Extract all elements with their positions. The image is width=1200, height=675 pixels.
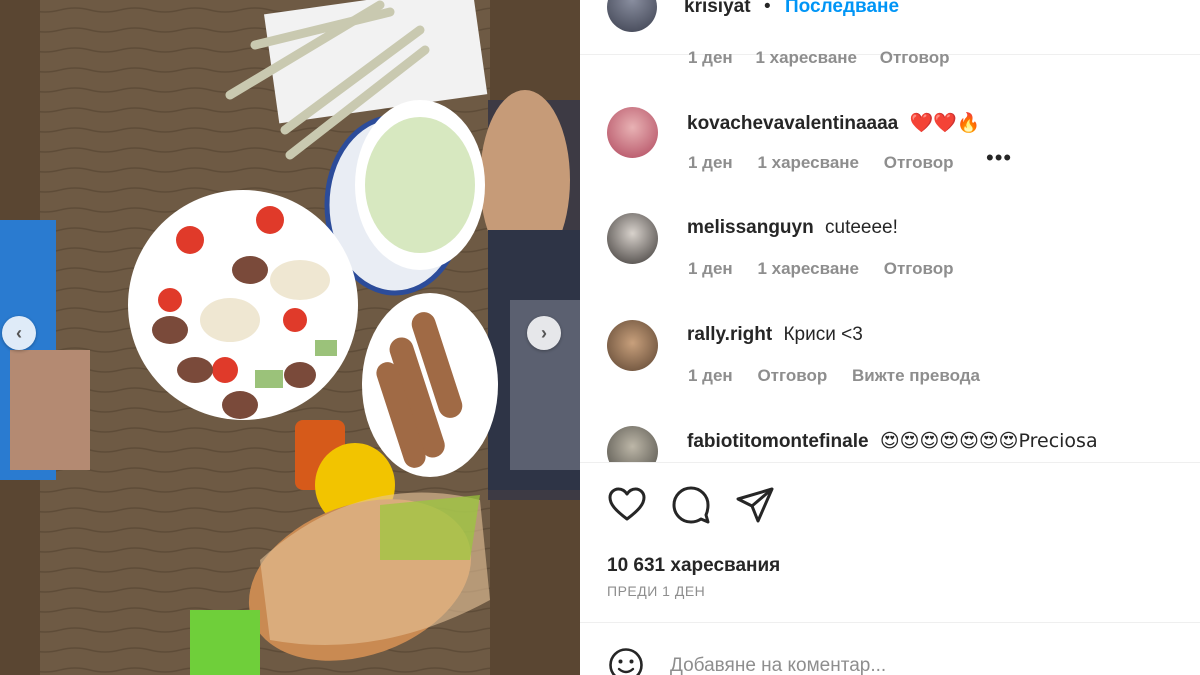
commenter-username[interactable]: fabiotitomontefinale [687,431,869,452]
reply-button[interactable]: Отговор [884,153,954,172]
see-translation-button[interactable]: Вижте превода [852,366,980,385]
comment-meta: 1 ден 1 харесване Отговор [688,153,974,173]
commenter-avatar[interactable] [607,213,658,264]
comment-body: cuteeee! [825,217,898,238]
comment-body: 😍😍😍😍😍😍😍Preciosa [879,430,1098,452]
commenter-avatar[interactable] [607,320,658,371]
next-photo-button[interactable]: › [527,316,561,350]
comment-time: 1 ден [688,366,733,385]
commenter-username[interactable]: melissanguyn [687,217,814,238]
share-icon[interactable] [735,485,775,525]
post-time: ПРЕДИ 1 ДЕН [607,583,706,599]
reply-button[interactable]: Отговор [880,48,950,67]
comment-icon[interactable] [671,485,711,525]
commenter-username[interactable]: kovachevavalentinaaaa [687,113,898,134]
previous-photo-button[interactable]: ‹ [2,316,36,350]
comment-time: 1 ден [688,48,733,67]
author-avatar[interactable] [607,0,657,32]
post-header: krisiyat • Последване 1 ден 1 харесване … [580,0,1200,67]
comment-item: melissanguyn cuteeee! 1 ден 1 харесване … [580,213,1200,313]
post-actions [580,462,1200,552]
comment-time: 1 ден [688,259,733,278]
comment-text: fabiotitomontefinale 😍😍😍😍😍😍😍Preciosa [687,430,1098,453]
comment-time: 1 ден [688,153,733,172]
comment-likes[interactable]: 1 харесване [755,48,857,67]
likes-count[interactable]: 10 631 харесвания [607,555,780,577]
comment-body: ❤️❤️🔥 [909,112,981,134]
header-separator: • [764,0,771,17]
reply-button[interactable]: Отговор [884,259,954,278]
comment-text: rally.right Криси <3 [687,324,863,346]
heart-icon[interactable] [607,485,647,525]
follow-button[interactable]: Последване [785,0,899,18]
comment-likes[interactable]: 1 харесване [757,153,859,172]
post-sidebar: krisiyat • Последване 1 ден 1 харесване … [580,0,1200,675]
comment-text: kovachevavalentinaaaa ❤️❤️🔥 [687,111,981,135]
commenter-username[interactable]: rally.right [687,324,772,345]
comment-item: fabiotitomontefinale 😍😍😍😍😍😍😍Preciosa [580,426,1200,462]
comment-body: Криси <3 [783,324,863,345]
comment-input[interactable]: Добавяне на коментар... [670,655,886,675]
comment-likes[interactable]: 1 харесване [757,259,859,278]
add-comment-bar: Добавяне на коментар... [580,622,1200,675]
emoji-smile-icon[interactable] [608,647,644,675]
post-photo[interactable]: ‹ › [0,0,580,675]
comment-text: melissanguyn cuteeee! [687,217,898,239]
comment-meta: 1 ден 1 харесване Отговор [688,259,974,279]
top-comment-meta: 1 ден 1 харесване Отговор [688,48,968,68]
comment-item: kovachevavalentinaaaa ❤️❤️🔥 1 ден 1 харе… [580,107,1200,207]
commenter-avatar[interactable] [607,107,658,158]
more-options-icon[interactable]: ••• [986,145,1012,171]
food-photo [0,0,580,675]
reply-button[interactable]: Отговор [757,366,827,385]
author-username[interactable]: krisiyat [684,0,751,18]
commenter-avatar[interactable] [607,426,658,462]
comment-meta: 1 ден Отговор Вижте превода [688,366,1000,386]
comment-item: rally.right Криси <3 1 ден Отговор Вижте… [580,320,1200,420]
